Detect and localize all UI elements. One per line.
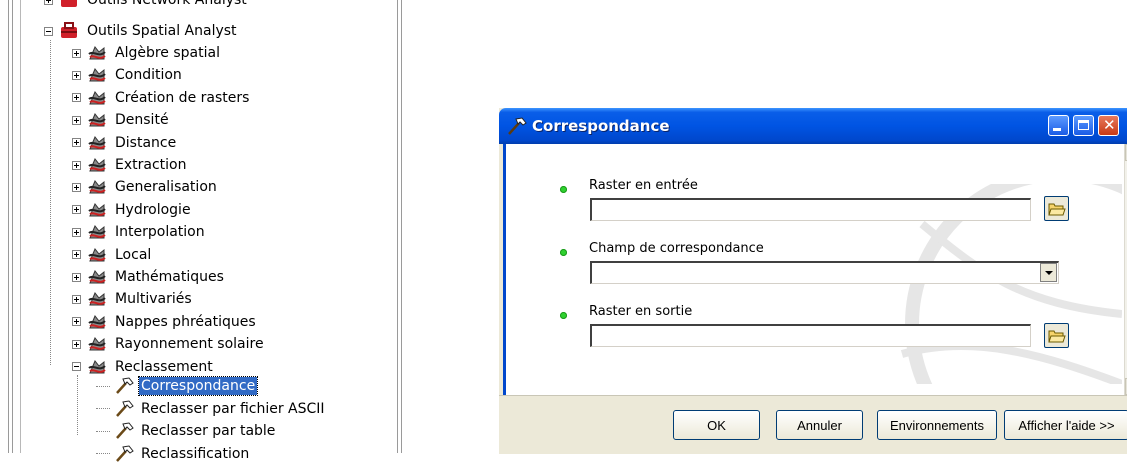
tree-item-toolset[interactable]: Extraction <box>72 154 188 176</box>
tree-connector <box>96 385 110 387</box>
tree-connector <box>96 453 110 454</box>
panel-border-right-inner <box>401 0 402 453</box>
tree-connector <box>50 40 51 365</box>
expand-icon[interactable] <box>44 0 53 5</box>
toolset-icon <box>88 68 106 82</box>
expand-icon[interactable] <box>72 182 81 192</box>
tree-connector <box>77 375 78 435</box>
required-bullet-icon <box>560 186 567 193</box>
cancel-button[interactable]: Annuler <box>776 410 863 440</box>
tree-item-tool[interactable]: Reclassification <box>96 443 251 465</box>
maximize-button[interactable] <box>1073 115 1094 136</box>
expand-icon[interactable] <box>72 294 81 304</box>
tree-connector <box>96 430 110 432</box>
minimize-button[interactable] <box>1048 115 1069 136</box>
collapse-icon[interactable] <box>72 362 81 372</box>
hammer-icon <box>116 399 134 417</box>
field-label-input-raster: Raster en entrée <box>589 178 698 193</box>
dropdown-arrow-icon[interactable] <box>1040 263 1057 282</box>
toolset-icon <box>88 113 106 127</box>
tree-item-toolset[interactable]: Condition <box>72 64 184 86</box>
dialog-title: Correspondance <box>532 117 670 135</box>
toolset-icon <box>88 46 106 60</box>
expand-icon[interactable] <box>72 48 81 58</box>
toolset-icon <box>88 158 106 172</box>
expand-icon[interactable] <box>72 250 81 260</box>
toolbox-tree: Outils Network Analyst Outils Spatial An… <box>0 0 400 462</box>
expand-icon[interactable] <box>72 138 81 148</box>
toolset-icon <box>88 180 106 194</box>
toolset-icon <box>88 292 106 306</box>
tree-item-toolset[interactable]: Densité <box>72 109 171 131</box>
ok-button[interactable]: OK <box>673 410 760 440</box>
close-icon: ✕ <box>1103 116 1116 134</box>
expand-icon[interactable] <box>72 115 81 125</box>
tree-item-toolset[interactable]: Hydrologie <box>72 199 193 221</box>
hammer-icon <box>116 377 134 394</box>
environments-button[interactable]: Environnements <box>877 410 997 440</box>
required-bullet-icon <box>560 312 567 319</box>
tree-item-tool[interactable]: Reclasser par fichier ASCII <box>96 398 327 420</box>
tree-item-tool[interactable]: Correspondance <box>96 375 259 397</box>
tree-item-toolset[interactable]: Algèbre spatial <box>72 42 222 64</box>
tree-item-toolset[interactable]: Distance <box>72 132 178 154</box>
tree-item-toolset[interactable]: Création de rasters <box>72 87 251 109</box>
tree-item-toolset[interactable]: Local <box>72 244 153 266</box>
expand-icon[interactable] <box>72 339 81 349</box>
toolset-icon <box>88 247 106 262</box>
toolbox-icon <box>61 0 77 7</box>
expand-icon[interactable] <box>72 93 81 103</box>
close-button[interactable]: ✕ <box>1098 115 1119 136</box>
show-help-button[interactable]: Afficher l'aide >> <box>1004 410 1127 440</box>
tree-item-network-analyst[interactable]: Outils Network Analyst <box>44 0 249 11</box>
tree-item-toolset[interactable]: Generalisation <box>72 176 219 198</box>
match-field-dropdown[interactable] <box>590 261 1059 284</box>
toolset-icon <box>88 337 106 351</box>
expand-icon[interactable] <box>72 160 81 170</box>
tree-item-spatial-analyst[interactable]: Outils Spatial Analyst <box>44 20 239 42</box>
toolset-icon <box>88 225 106 239</box>
tree-item-toolset[interactable]: Interpolation <box>72 221 207 243</box>
tree-item-toolset[interactable]: Multivariés <box>72 288 194 310</box>
correspondance-dialog: Correspondance ✕ Raster en entrée Champ … <box>499 108 1127 454</box>
tree-item-toolset[interactable]: Rayonnement solaire <box>72 333 266 355</box>
hammer-icon <box>508 117 527 135</box>
browse-output-button[interactable] <box>1044 323 1069 348</box>
dialog-button-bar: OK Annuler Environnements Afficher l'aid… <box>499 395 1127 454</box>
toolset-icon <box>88 314 106 329</box>
toolset-icon <box>88 135 106 150</box>
toolset-icon <box>88 202 106 217</box>
tree-item-tool[interactable]: Reclasser par table <box>96 420 277 442</box>
maximize-icon <box>1078 120 1089 130</box>
tree-item-toolset[interactable]: Nappes phréatiques <box>72 311 258 333</box>
tree-item-toolset[interactable]: Mathématiques <box>72 266 226 288</box>
hammer-icon <box>116 444 134 462</box>
dialog-form-area: Raster en entrée Champ de correspondance… <box>503 144 1127 395</box>
tree-connector <box>96 408 110 409</box>
collapse-icon[interactable] <box>44 26 53 36</box>
required-bullet-icon <box>560 249 567 256</box>
input-raster-field[interactable] <box>590 198 1031 221</box>
field-label-match-field: Champ de correspondance <box>589 241 764 256</box>
expand-icon[interactable] <box>72 227 81 237</box>
toolset-icon <box>88 359 106 374</box>
field-label-output-raster: Raster en sortie <box>589 304 693 319</box>
browse-input-button[interactable] <box>1044 196 1069 221</box>
expand-icon[interactable] <box>72 272 81 282</box>
hammer-icon <box>116 422 134 439</box>
minimize-icon <box>1053 128 1061 131</box>
toolbox-icon <box>61 22 77 38</box>
output-raster-field[interactable] <box>590 324 1031 347</box>
dialog-title-bar[interactable]: Correspondance ✕ <box>499 108 1127 144</box>
expand-icon[interactable] <box>72 205 81 215</box>
expand-icon[interactable] <box>72 70 81 80</box>
expand-icon[interactable] <box>72 317 81 327</box>
toolset-icon <box>88 90 106 105</box>
open-folder-icon <box>1047 203 1066 216</box>
open-folder-icon <box>1047 330 1066 343</box>
toolset-icon <box>88 270 106 284</box>
